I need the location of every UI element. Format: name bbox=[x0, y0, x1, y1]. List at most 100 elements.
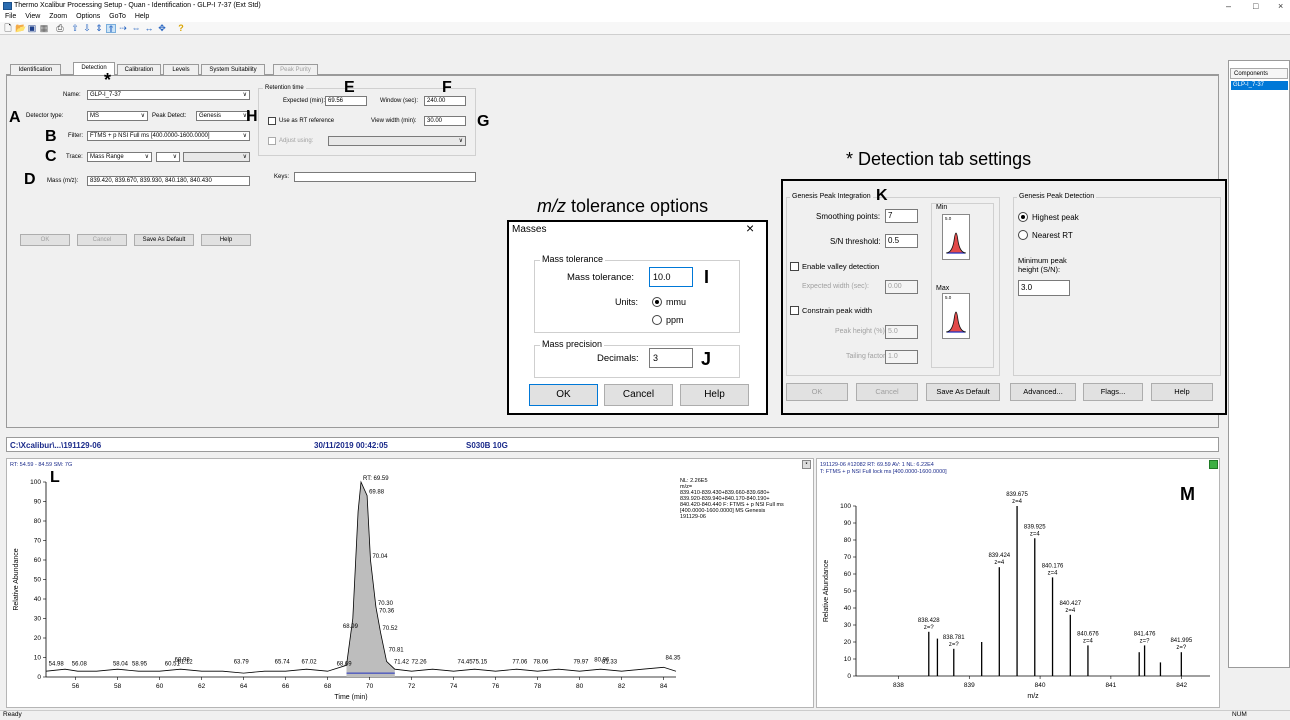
pan-all-icon[interactable]: ✥ bbox=[157, 24, 167, 33]
x-tick-label: 74 bbox=[450, 683, 458, 690]
compress-horizontal-icon[interactable]: ⇢ bbox=[118, 24, 128, 33]
y-tick-label: 90 bbox=[34, 499, 42, 506]
masses-cancel-button[interactable]: Cancel bbox=[604, 384, 673, 406]
advanced-button[interactable]: Advanced... bbox=[1010, 383, 1076, 401]
expected-width-input[interactable]: 0.00 bbox=[885, 280, 918, 294]
peak-charge-label: z=? bbox=[949, 642, 960, 648]
min-peak-thumbnail: 5.0 bbox=[942, 214, 970, 260]
detector-type-dropdown[interactable]: MS bbox=[87, 111, 148, 121]
decimals-input[interactable]: 3 bbox=[649, 348, 693, 368]
nearest-rt-radio[interactable] bbox=[1018, 230, 1028, 240]
chromatogram-pin-icon[interactable]: ⋆ bbox=[802, 460, 811, 469]
spectrum-header-filter: T: FTMS + p NSI Full lock ms [400.0000-1… bbox=[820, 469, 947, 475]
keys-input[interactable] bbox=[294, 172, 476, 182]
callout-b: B bbox=[45, 128, 57, 145]
menu-goto[interactable]: GoTo bbox=[109, 13, 126, 20]
cancel-button[interactable]: Cancel bbox=[77, 234, 127, 246]
window-input[interactable]: 240.00 bbox=[424, 96, 466, 106]
peak-label: 58.95 bbox=[132, 661, 148, 667]
callout-j: J bbox=[701, 349, 712, 369]
trace-second-dropdown[interactable] bbox=[183, 152, 250, 162]
y-tick-label: 0 bbox=[847, 673, 851, 680]
menu-file[interactable]: File bbox=[5, 13, 16, 20]
title-bar: Thermo Xcalibur Processing Setup - Quan … bbox=[0, 0, 1290, 12]
mass-input[interactable]: 839.420, 839.670, 839.930, 840.180, 840.… bbox=[87, 176, 250, 186]
trace-operator-dropdown[interactable] bbox=[156, 152, 180, 162]
ok-button[interactable]: OK bbox=[20, 234, 70, 246]
peak-height-input[interactable]: 5.0 bbox=[885, 325, 918, 339]
peak-label: 79.97 bbox=[573, 659, 589, 665]
peak-mz-label: 840.176 bbox=[1042, 563, 1064, 569]
arrow-down-icon[interactable]: ⇩ bbox=[82, 24, 92, 33]
callout-a: A bbox=[9, 109, 21, 126]
peak-mz-label: 839.424 bbox=[988, 553, 1010, 559]
flags-button[interactable]: Flags... bbox=[1083, 383, 1143, 401]
maximize-button[interactable]: □ bbox=[1253, 0, 1258, 12]
min-peak-height-input[interactable]: 3.0 bbox=[1018, 280, 1070, 296]
unit-mmu-radio[interactable] bbox=[652, 297, 662, 307]
new-icon[interactable]: 🗋 bbox=[3, 24, 13, 33]
detection-cancel-button[interactable]: Cancel bbox=[856, 383, 918, 401]
masses-help-button[interactable]: Help bbox=[680, 384, 749, 406]
minimize-button[interactable]: – bbox=[1226, 0, 1231, 12]
peak-charge-label: z=? bbox=[1176, 645, 1187, 651]
peak-mz-label: 841.476 bbox=[1134, 631, 1156, 637]
detection-ok-button[interactable]: OK bbox=[786, 383, 848, 401]
y-tick-label: 30 bbox=[34, 616, 42, 623]
x-tick-label: 56 bbox=[72, 683, 80, 690]
peak-charge-label: z=? bbox=[924, 625, 935, 631]
use-rt-reference-checkbox[interactable] bbox=[268, 117, 276, 125]
menu-help[interactable]: Help bbox=[135, 13, 149, 20]
name-label: Name: bbox=[63, 92, 81, 98]
expand-horizontal-icon[interactable]: ⇔ bbox=[131, 24, 141, 33]
spectrum-pin-icon[interactable] bbox=[1209, 460, 1218, 469]
peak-label: 75.15 bbox=[472, 659, 488, 665]
adjust-using-checkbox[interactable] bbox=[268, 137, 276, 145]
expected-width-label: Expected width (sec): bbox=[802, 283, 869, 290]
mass-tolerance-label: Mass tolerance: bbox=[567, 272, 635, 283]
masses-ok-button[interactable]: OK bbox=[529, 384, 598, 406]
peak-detect-dropdown[interactable]: Genesis bbox=[196, 111, 250, 121]
peak-label: 70.52 bbox=[383, 626, 399, 632]
name-dropdown[interactable]: GLP-I_7-37 bbox=[87, 90, 250, 100]
adjust-using-dropdown[interactable] bbox=[328, 136, 466, 146]
open-icon[interactable]: 📂 bbox=[15, 24, 26, 33]
highest-peak-radio[interactable] bbox=[1018, 212, 1028, 222]
y-tick-label: 50 bbox=[844, 588, 852, 595]
component-item[interactable]: GLP-I_7-37 bbox=[1231, 81, 1288, 90]
menu-bar: File View Zoom Options GoTo Help bbox=[0, 12, 1290, 22]
masses-dialog-close-icon[interactable]: × bbox=[746, 220, 754, 236]
unit-ppm-radio[interactable] bbox=[652, 315, 662, 325]
save-as-default-button[interactable]: Save As Default bbox=[134, 234, 194, 246]
view-width-label: View width (min): bbox=[371, 118, 417, 124]
zoom-fit-icon[interactable]: ⇑ bbox=[106, 24, 116, 34]
filter-dropdown[interactable]: FTMS + p NSI Full ms [400.0000-1600.0000… bbox=[87, 131, 250, 141]
menu-view[interactable]: View bbox=[25, 13, 40, 20]
detection-save-default-button[interactable]: Save As Default bbox=[926, 383, 1000, 401]
print-icon[interactable]: ⎙ bbox=[55, 24, 65, 33]
image-icon[interactable]: ▦ bbox=[39, 24, 49, 33]
arrow-up-icon[interactable]: ⇧ bbox=[70, 24, 80, 33]
sn-threshold-input[interactable]: 0.5 bbox=[885, 234, 918, 248]
expected-input[interactable]: 69.56 bbox=[325, 96, 367, 106]
detection-help-button[interactable]: Help bbox=[1151, 383, 1213, 401]
save-icon[interactable]: ▣ bbox=[27, 24, 37, 33]
trace-dropdown[interactable]: Mass Range bbox=[87, 152, 152, 162]
close-button[interactable]: × bbox=[1278, 0, 1283, 12]
smoothing-input[interactable]: 7 bbox=[885, 209, 918, 223]
help-button[interactable]: Help bbox=[201, 234, 251, 246]
pan-horizontal-icon[interactable]: ↔ bbox=[144, 24, 154, 33]
mass-tolerance-input[interactable]: 10.0 bbox=[649, 267, 693, 287]
tailing-factor-input[interactable]: 1.0 bbox=[885, 350, 918, 364]
tailing-factor-label: Tailing factor: bbox=[846, 353, 888, 360]
valley-detection-checkbox[interactable] bbox=[790, 262, 799, 271]
menu-zoom[interactable]: Zoom bbox=[49, 13, 67, 20]
constrain-width-checkbox[interactable] bbox=[790, 306, 799, 315]
view-width-input[interactable]: 30.00 bbox=[424, 116, 466, 126]
expand-vertical-icon[interactable]: ⇕ bbox=[94, 24, 104, 33]
help-icon[interactable]: ? bbox=[176, 24, 186, 33]
menu-options[interactable]: Options bbox=[76, 13, 100, 20]
peak-label: 70.81 bbox=[389, 648, 405, 654]
decimals-label: Decimals: bbox=[597, 353, 639, 364]
raw-file-info-bar bbox=[6, 437, 1219, 452]
